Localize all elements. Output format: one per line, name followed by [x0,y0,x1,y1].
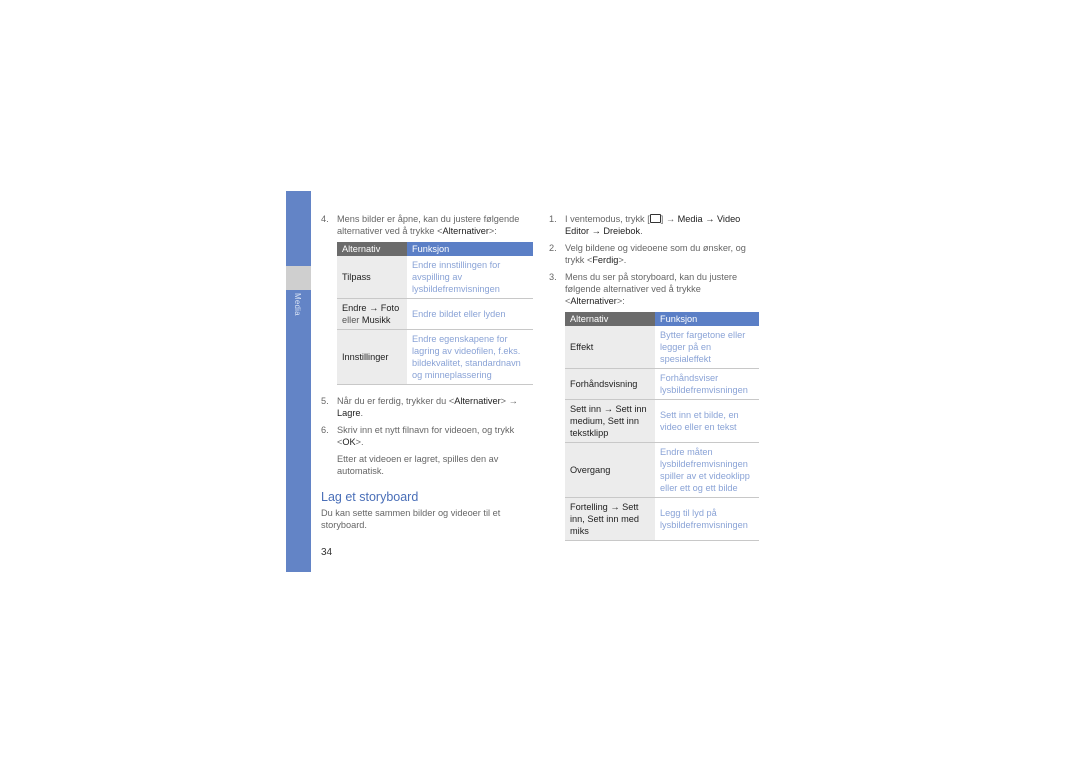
table-row: Effekt Bytter fargetone eller legger på e… [565,326,759,369]
header-funksjon: Funksjon [655,312,759,326]
table-row: Forhåndsvisning Forhåndsviser lysbildefre… [565,368,759,400]
step-3: 3. Mens du ser på storyboard, kan du jus… [549,272,738,306]
header-alternativ: Alternativ [565,312,655,326]
options-table-1: Alternativ Funksjon Tilpass Endre innsti… [337,242,533,385]
header-funksjon: Funksjon [407,242,533,256]
step-1: 1. I ventemodus, trykk [] → Media → Vide… [549,214,741,236]
section-heading: Lag et storyboard [321,490,419,504]
options-table-2: Alternativ Funksjon Effekt Bytter fargeto… [565,312,759,541]
right-column: 1. I ventemodus, trykk [] → Media → Vide… [549,213,759,551]
header-alternativ: Alternativ [337,242,407,256]
page-number: 34 [321,547,333,558]
step-5: 5. Når du er ferdig, trykker du <Alterna… [321,396,518,418]
step-4: 4. Mens bilder er åpne, kan du justere f… [321,214,520,236]
table-row: Tilpass Endre innstillingen for avspilli… [337,256,533,299]
step-2: 2. Velg bildene og videoene som du ønske… [549,243,746,265]
table-row: Fortelling → Sett inn, Sett inn med miks… [565,497,759,541]
left-column: 4. Mens bilder er åpne, kan du justere f… [321,213,533,531]
note-text: Etter at videoen er lagret, spilles den … [337,454,499,476]
section-intro: Du kan sette sammen bilder og videoer ti… [321,508,501,530]
table-row: Overgang Endre måten lysbildefremvisninge… [565,442,759,498]
menu-key-icon [649,214,661,223]
table-row: Sett inn → Sett inn medium, Sett inn tek… [565,399,759,443]
section-tab-marker [286,266,311,290]
section-tab-label: Media [293,293,302,316]
step-6: 6. Skriv inn et nytt filnavn for videoen… [321,425,515,447]
table-row: Innstillinger Endre egenskapene for lagr… [337,329,533,385]
section-tab: Media [286,191,311,572]
table-row: Endre → Foto eller Musikk Endre bildet e… [337,298,533,330]
